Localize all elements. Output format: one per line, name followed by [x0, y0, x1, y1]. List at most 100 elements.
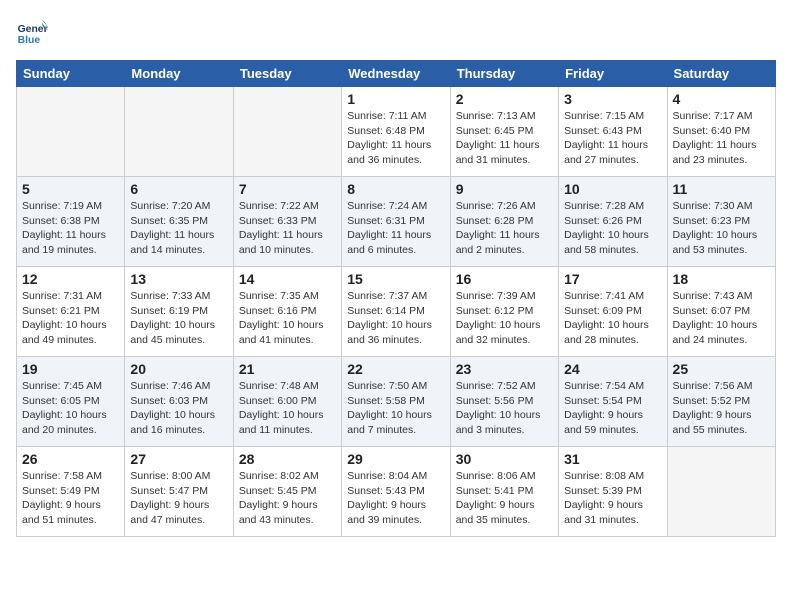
calendar-cell: 26 Sunrise: 7:58 AM Sunset: 5:49 PM Dayli…: [17, 447, 125, 537]
calendar-cell: 1 Sunrise: 7:11 AM Sunset: 6:48 PM Daylig…: [342, 87, 450, 177]
day-info: Sunrise: 7:22 AM Sunset: 6:33 PM Dayligh…: [239, 199, 336, 258]
day-info: Sunrise: 7:19 AM Sunset: 6:38 PM Dayligh…: [22, 199, 119, 258]
day-number: 1: [347, 91, 444, 107]
calendar-cell: 31Sunrise: 8:08 AM Sunset: 5:39 PM Dayli…: [559, 447, 667, 537]
header-thursday: Thursday: [450, 61, 558, 87]
calendar-week-3: 12 Sunrise: 7:31 AM Sunset: 6:21 PM Dayli…: [17, 267, 776, 357]
calendar-cell: 18Sunrise: 7:43 AM Sunset: 6:07 PM Dayli…: [667, 267, 775, 357]
calendar-week-5: 26 Sunrise: 7:58 AM Sunset: 5:49 PM Dayli…: [17, 447, 776, 537]
day-info: Sunrise: 7:13 AM Sunset: 6:45 PM Dayligh…: [456, 109, 553, 168]
day-number: 27: [130, 451, 227, 467]
day-number: 4: [673, 91, 770, 107]
day-info: Sunrise: 8:02 AM Sunset: 5:45 PM Dayligh…: [239, 469, 336, 528]
day-number: 30: [456, 451, 553, 467]
day-info: Sunrise: 7:28 AM Sunset: 6:26 PM Dayligh…: [564, 199, 661, 258]
day-number: 15: [347, 271, 444, 287]
calendar-week-2: 5 Sunrise: 7:19 AM Sunset: 6:38 PM Daylig…: [17, 177, 776, 267]
day-number: 8: [347, 181, 444, 197]
calendar-cell: 20Sunrise: 7:46 AM Sunset: 6:03 PM Dayli…: [125, 357, 233, 447]
calendar-cell: 3 Sunrise: 7:15 AM Sunset: 6:43 PM Daylig…: [559, 87, 667, 177]
day-info: Sunrise: 7:58 AM Sunset: 5:49 PM Dayligh…: [22, 469, 119, 528]
day-number: 21: [239, 361, 336, 377]
header-wednesday: Wednesday: [342, 61, 450, 87]
calendar-cell: 21 Sunrise: 7:48 AM Sunset: 6:00 PM Dayli…: [233, 357, 341, 447]
calendar-cell: 12 Sunrise: 7:31 AM Sunset: 6:21 PM Dayli…: [17, 267, 125, 357]
day-info: Sunrise: 8:08 AM Sunset: 5:39 PM Dayligh…: [564, 469, 661, 528]
calendar-cell: 6Sunrise: 7:20 AM Sunset: 6:35 PM Daylig…: [125, 177, 233, 267]
day-number: 25: [673, 361, 770, 377]
day-info: Sunrise: 7:56 AM Sunset: 5:52 PM Dayligh…: [673, 379, 770, 438]
header-sunday: Sunday: [17, 61, 125, 87]
calendar-cell: 28 Sunrise: 8:02 AM Sunset: 5:45 PM Dayli…: [233, 447, 341, 537]
day-number: 3: [564, 91, 661, 107]
day-number: 26: [22, 451, 119, 467]
calendar-cell: 17Sunrise: 7:41 AM Sunset: 6:09 PM Dayli…: [559, 267, 667, 357]
calendar-week-4: 19 Sunrise: 7:45 AM Sunset: 6:05 PM Dayli…: [17, 357, 776, 447]
calendar-cell: 2 Sunrise: 7:13 AM Sunset: 6:45 PM Daylig…: [450, 87, 558, 177]
day-number: 9: [456, 181, 553, 197]
calendar-header-row: SundayMondayTuesdayWednesdayThursdayFrid…: [17, 61, 776, 87]
calendar-cell: [125, 87, 233, 177]
calendar-cell: 19 Sunrise: 7:45 AM Sunset: 6:05 PM Dayli…: [17, 357, 125, 447]
day-info: Sunrise: 7:26 AM Sunset: 6:28 PM Dayligh…: [456, 199, 553, 258]
calendar-cell: 5 Sunrise: 7:19 AM Sunset: 6:38 PM Daylig…: [17, 177, 125, 267]
day-info: Sunrise: 8:04 AM Sunset: 5:43 PM Dayligh…: [347, 469, 444, 528]
day-info: Sunrise: 7:41 AM Sunset: 6:09 PM Dayligh…: [564, 289, 661, 348]
calendar-cell: 25 Sunrise: 7:56 AM Sunset: 5:52 PM Dayli…: [667, 357, 775, 447]
day-info: Sunrise: 7:54 AM Sunset: 5:54 PM Dayligh…: [564, 379, 661, 438]
day-info: Sunrise: 7:52 AM Sunset: 5:56 PM Dayligh…: [456, 379, 553, 438]
day-info: Sunrise: 7:30 AM Sunset: 6:23 PM Dayligh…: [673, 199, 770, 258]
calendar-cell: 29 Sunrise: 8:04 AM Sunset: 5:43 PM Dayli…: [342, 447, 450, 537]
calendar-cell: 13 Sunrise: 7:33 AM Sunset: 6:19 PM Dayli…: [125, 267, 233, 357]
svg-text:Blue: Blue: [18, 35, 41, 46]
day-number: 24: [564, 361, 661, 377]
day-info: Sunrise: 7:45 AM Sunset: 6:05 PM Dayligh…: [22, 379, 119, 438]
calendar-cell: 24 Sunrise: 7:54 AM Sunset: 5:54 PM Dayli…: [559, 357, 667, 447]
header-friday: Friday: [559, 61, 667, 87]
calendar-cell: 11Sunrise: 7:30 AM Sunset: 6:23 PM Dayli…: [667, 177, 775, 267]
calendar-table: SundayMondayTuesdayWednesdayThursdayFrid…: [16, 60, 776, 537]
day-number: 22: [347, 361, 444, 377]
day-number: 19: [22, 361, 119, 377]
day-info: Sunrise: 7:11 AM Sunset: 6:48 PM Dayligh…: [347, 109, 444, 168]
day-info: Sunrise: 7:33 AM Sunset: 6:19 PM Dayligh…: [130, 289, 227, 348]
calendar-cell: 15Sunrise: 7:37 AM Sunset: 6:14 PM Dayli…: [342, 267, 450, 357]
day-number: 14: [239, 271, 336, 287]
day-number: 16: [456, 271, 553, 287]
day-number: 5: [22, 181, 119, 197]
header-tuesday: Tuesday: [233, 61, 341, 87]
day-info: Sunrise: 7:39 AM Sunset: 6:12 PM Dayligh…: [456, 289, 553, 348]
day-info: Sunrise: 7:17 AM Sunset: 6:40 PM Dayligh…: [673, 109, 770, 168]
calendar-cell: [17, 87, 125, 177]
day-info: Sunrise: 7:50 AM Sunset: 5:58 PM Dayligh…: [347, 379, 444, 438]
calendar-cell: 16 Sunrise: 7:39 AM Sunset: 6:12 PM Dayli…: [450, 267, 558, 357]
day-number: 28: [239, 451, 336, 467]
day-info: Sunrise: 7:31 AM Sunset: 6:21 PM Dayligh…: [22, 289, 119, 348]
calendar-cell: 9 Sunrise: 7:26 AM Sunset: 6:28 PM Daylig…: [450, 177, 558, 267]
calendar-cell: 8Sunrise: 7:24 AM Sunset: 6:31 PM Daylig…: [342, 177, 450, 267]
day-number: 20: [130, 361, 227, 377]
page-header: General Blue: [16, 16, 776, 48]
day-info: Sunrise: 8:00 AM Sunset: 5:47 PM Dayligh…: [130, 469, 227, 528]
calendar-cell: 4 Sunrise: 7:17 AM Sunset: 6:40 PM Daylig…: [667, 87, 775, 177]
logo: General Blue: [16, 16, 52, 48]
day-number: 10: [564, 181, 661, 197]
day-number: 29: [347, 451, 444, 467]
day-info: Sunrise: 7:48 AM Sunset: 6:00 PM Dayligh…: [239, 379, 336, 438]
day-number: 18: [673, 271, 770, 287]
day-number: 7: [239, 181, 336, 197]
calendar-cell: 14 Sunrise: 7:35 AM Sunset: 6:16 PM Dayli…: [233, 267, 341, 357]
calendar-cell: 7 Sunrise: 7:22 AM Sunset: 6:33 PM Daylig…: [233, 177, 341, 267]
day-info: Sunrise: 8:06 AM Sunset: 5:41 PM Dayligh…: [456, 469, 553, 528]
calendar-cell: [667, 447, 775, 537]
day-info: Sunrise: 7:15 AM Sunset: 6:43 PM Dayligh…: [564, 109, 661, 168]
day-number: 13: [130, 271, 227, 287]
day-number: 12: [22, 271, 119, 287]
header-saturday: Saturday: [667, 61, 775, 87]
day-info: Sunrise: 7:35 AM Sunset: 6:16 PM Dayligh…: [239, 289, 336, 348]
day-info: Sunrise: 7:20 AM Sunset: 6:35 PM Dayligh…: [130, 199, 227, 258]
calendar-cell: 27 Sunrise: 8:00 AM Sunset: 5:47 PM Dayli…: [125, 447, 233, 537]
day-number: 2: [456, 91, 553, 107]
calendar-cell: [233, 87, 341, 177]
calendar-cell: 10 Sunrise: 7:28 AM Sunset: 6:26 PM Dayli…: [559, 177, 667, 267]
